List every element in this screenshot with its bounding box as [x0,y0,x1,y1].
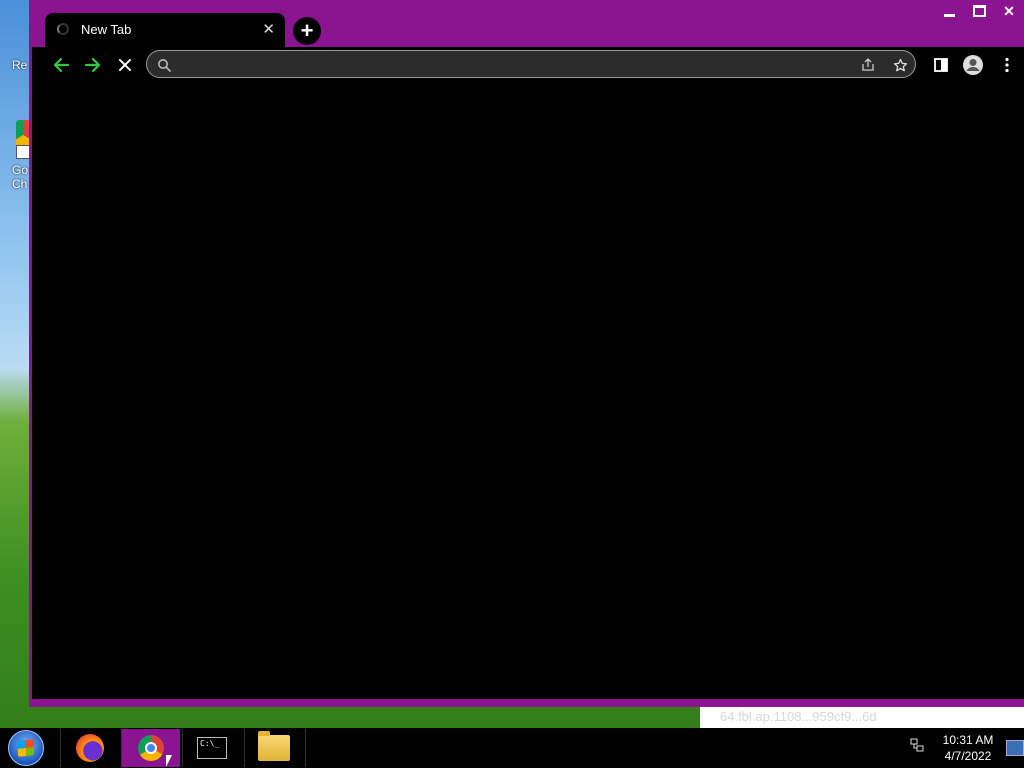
taskbar-firefox[interactable] [60,729,119,767]
taskbar-divider [305,729,306,767]
folder-icon [258,731,290,761]
stop-loading-button[interactable] [112,52,138,78]
system-clock[interactable]: 10:31 AM 4/7/2022 [930,732,1006,764]
avatar-icon [963,55,983,75]
tab-close-button[interactable]: ✕ [262,20,275,38]
network-icon[interactable] [909,737,927,755]
taskbar-explorer[interactable] [244,729,303,767]
forward-button[interactable] [80,52,106,78]
chrome-icon [138,735,164,761]
loading-spinner-icon [57,23,69,35]
minimize-button[interactable] [934,0,964,22]
maximize-icon [972,5,986,17]
cmd-icon: C:\_ [197,737,227,759]
show-desktop-button[interactable] [1006,740,1024,756]
firefox-icon [76,734,104,762]
tab-new-tab[interactable]: New Tab ✕ [45,13,285,47]
search-icon [155,56,173,74]
back-arrow-icon [53,57,70,73]
clock-time: 10:31 AM [942,733,994,747]
mouse-cursor-icon [166,755,172,767]
address-input[interactable] [179,55,843,75]
window-controls: ✕ [934,0,1024,22]
shortcut-arrow-icon [16,145,30,159]
address-bar[interactable] [146,50,916,78]
maximize-button[interactable] [964,0,994,22]
browser-window: ✕ New Tab ✕ + [29,0,1024,707]
new-tab-button[interactable]: + [293,17,321,45]
taskbar: C:\_ [0,728,1024,768]
browser-toolbar [32,47,1024,84]
forward-arrow-icon [84,57,101,73]
stop-icon [119,59,131,71]
bookmark-star-icon[interactable] [891,56,909,74]
side-panel-icon [934,58,948,72]
clock-date: 4/7/2022 [944,749,992,763]
menu-button[interactable] [994,52,1020,78]
profile-button[interactable] [960,52,986,78]
share-icon[interactable] [859,56,877,74]
page-content[interactable] [32,84,1024,699]
close-window-button[interactable]: ✕ [994,0,1024,22]
windows-logo-icon [8,730,44,766]
taskbar-cmd[interactable]: C:\_ [182,729,241,767]
tab-title: New Tab [81,22,132,37]
side-panel-button[interactable] [928,52,954,78]
minimize-icon [943,13,955,17]
status-url-text: 64.fbl.ap.1108...959cf9...6d [720,709,877,724]
start-button[interactable] [2,729,50,767]
kebab-menu-icon [1005,57,1009,73]
back-button[interactable] [48,52,74,78]
